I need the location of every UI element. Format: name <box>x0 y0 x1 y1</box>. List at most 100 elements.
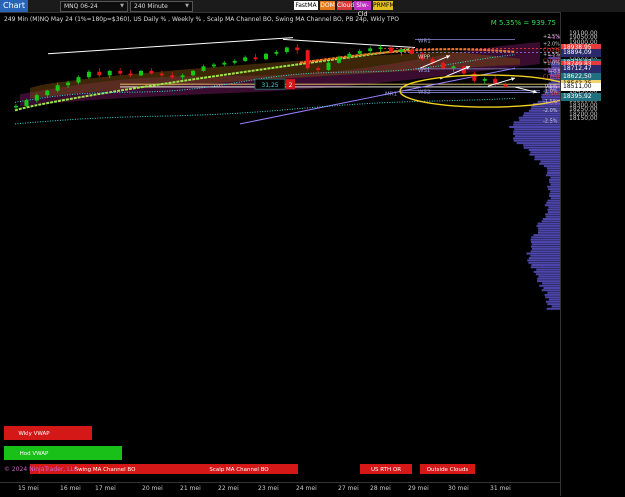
scalp-count: 2 <box>289 82 293 89</box>
candle-body <box>306 50 310 68</box>
date-tick: 17 mei <box>95 485 116 492</box>
signal-box-label: Outside Clouds <box>427 467 469 473</box>
candle-body <box>97 72 101 76</box>
candle-body <box>379 47 383 49</box>
price-tick: 18150,00 <box>569 115 598 122</box>
level-label: WS1 <box>418 68 430 74</box>
instrument-selector[interactable]: MNQ 06-24 ▼ <box>60 1 128 12</box>
candle-body <box>66 83 70 86</box>
candle-body <box>202 66 206 70</box>
candle-body <box>243 57 247 61</box>
candle-body <box>45 91 49 95</box>
candle-body <box>139 71 143 75</box>
candle-body <box>24 101 28 106</box>
toolbar-button-fastma[interactable]: FastMA <box>294 1 318 10</box>
date-tick: 16 mei <box>60 485 81 492</box>
percent-label: -2.0% <box>543 108 558 114</box>
candle-body <box>170 75 174 77</box>
signal-box-label: Hod VWAP <box>20 451 49 457</box>
scalp-value: 31,25 <box>261 82 278 89</box>
date-tick: 23 mei <box>258 485 279 492</box>
trend-line-top <box>283 39 415 47</box>
annotation-arrow-3 <box>488 78 515 86</box>
signal-box-label: Wkly VWAP <box>18 431 50 437</box>
percent-label: +1.5% <box>548 35 560 41</box>
price-axis[interactable]: 19100,0019050,0019000,0018950,0018900,00… <box>560 12 625 496</box>
candle-body <box>212 65 216 67</box>
toolbar-button-dom[interactable]: DOM <box>320 1 335 10</box>
date-tick: 15 mei <box>18 485 39 492</box>
signal-box-label: US RTH OR <box>371 467 401 473</box>
chevron-down-icon: ▼ <box>120 2 124 11</box>
candle-body <box>181 75 185 77</box>
candle-body <box>191 71 195 75</box>
toolbar-button-slw-cld[interactable]: Slw-Cld <box>354 1 371 10</box>
copyright: © 2024 NinjaTrader, LLC <box>4 466 78 473</box>
candle-body <box>358 51 362 54</box>
candle-body <box>441 63 445 68</box>
percent-label: +1.0% <box>543 60 560 66</box>
chevron-down-icon: ▼ <box>185 2 189 11</box>
percent-label: -1.0% <box>548 72 560 78</box>
instrument-label: MNQ 06-24 <box>64 3 98 10</box>
candle-body <box>160 74 164 76</box>
date-tick: 31 mei <box>490 485 511 492</box>
price-badge: 18511,00 <box>561 83 601 91</box>
candle-body <box>327 63 331 70</box>
date-tick: 28 mei <box>370 485 391 492</box>
candle-body <box>35 95 39 100</box>
toolbar-button-prmfm[interactable]: PRMFM <box>373 1 393 10</box>
date-tick: 21 mei <box>180 485 201 492</box>
candle-body <box>264 54 268 59</box>
candle-body <box>452 66 456 68</box>
chart-title: 249 Min (M)NQ May 24 (1%=180p=$360), US … <box>4 16 399 23</box>
candle-body <box>77 77 81 82</box>
candle-body <box>483 79 487 81</box>
price-badge: 18894,09 <box>561 49 601 57</box>
candle-body <box>129 74 133 76</box>
candle-body <box>347 54 351 58</box>
candle-body <box>233 61 237 63</box>
candle-body <box>316 68 320 70</box>
candle-body <box>295 47 299 50</box>
interval-selector[interactable]: 240 Minute ▼ <box>130 1 193 12</box>
candle-body <box>254 57 258 59</box>
candle-body <box>87 72 91 77</box>
candle-body <box>274 52 278 54</box>
candle-body <box>118 71 122 74</box>
candle-body <box>410 49 414 53</box>
date-tick: 22 mei <box>218 485 239 492</box>
date-tick: 30 mei <box>448 485 469 492</box>
date-tick: 20 mei <box>142 485 163 492</box>
candle-body <box>368 48 372 51</box>
candle-body <box>337 57 341 62</box>
percent-label: +1.0% <box>548 53 560 59</box>
level-label: WPP <box>418 55 431 61</box>
date-tick: 27 mei <box>338 485 359 492</box>
percent-label: +2.0% <box>543 41 560 47</box>
candle-body <box>222 63 226 65</box>
candle-body <box>399 49 403 52</box>
percent-label: -1.0% <box>543 89 558 95</box>
candle-body <box>108 71 112 75</box>
pnl-readout: M 5.35% = 939.75 <box>491 19 556 27</box>
level-label: MR1 <box>385 91 397 97</box>
percent-label: -2.5% <box>543 118 558 124</box>
time-axis[interactable]: 15 mei 16 mei 17 mei 20 mei 21 mei 22 mei 23 m… <box>0 482 560 497</box>
chart-tab[interactable]: Chart <box>0 0 28 12</box>
candle-body <box>149 71 153 74</box>
date-tick: 29 mei <box>408 485 429 492</box>
lower-band <box>15 98 515 124</box>
percent-label: -3.0% <box>548 100 560 106</box>
signal-box-label: Scalp MA Channel BO <box>209 467 269 473</box>
candle-body <box>504 84 508 87</box>
price-badge: 18712,47 <box>561 65 601 73</box>
price-chart[interactable]: 249 Min (M)NQ May 24 (1%=180p=$360), US … <box>0 12 560 482</box>
toolbar-button-cloud[interactable]: Cloud <box>337 1 352 10</box>
signal-box-label: Swing MA Channel BO <box>75 467 137 473</box>
candle-body <box>389 47 393 51</box>
candle-body <box>285 47 289 51</box>
date-tick: 24 mei <box>296 485 317 492</box>
candle-body <box>14 106 18 108</box>
level-label: WS2 <box>418 90 430 96</box>
